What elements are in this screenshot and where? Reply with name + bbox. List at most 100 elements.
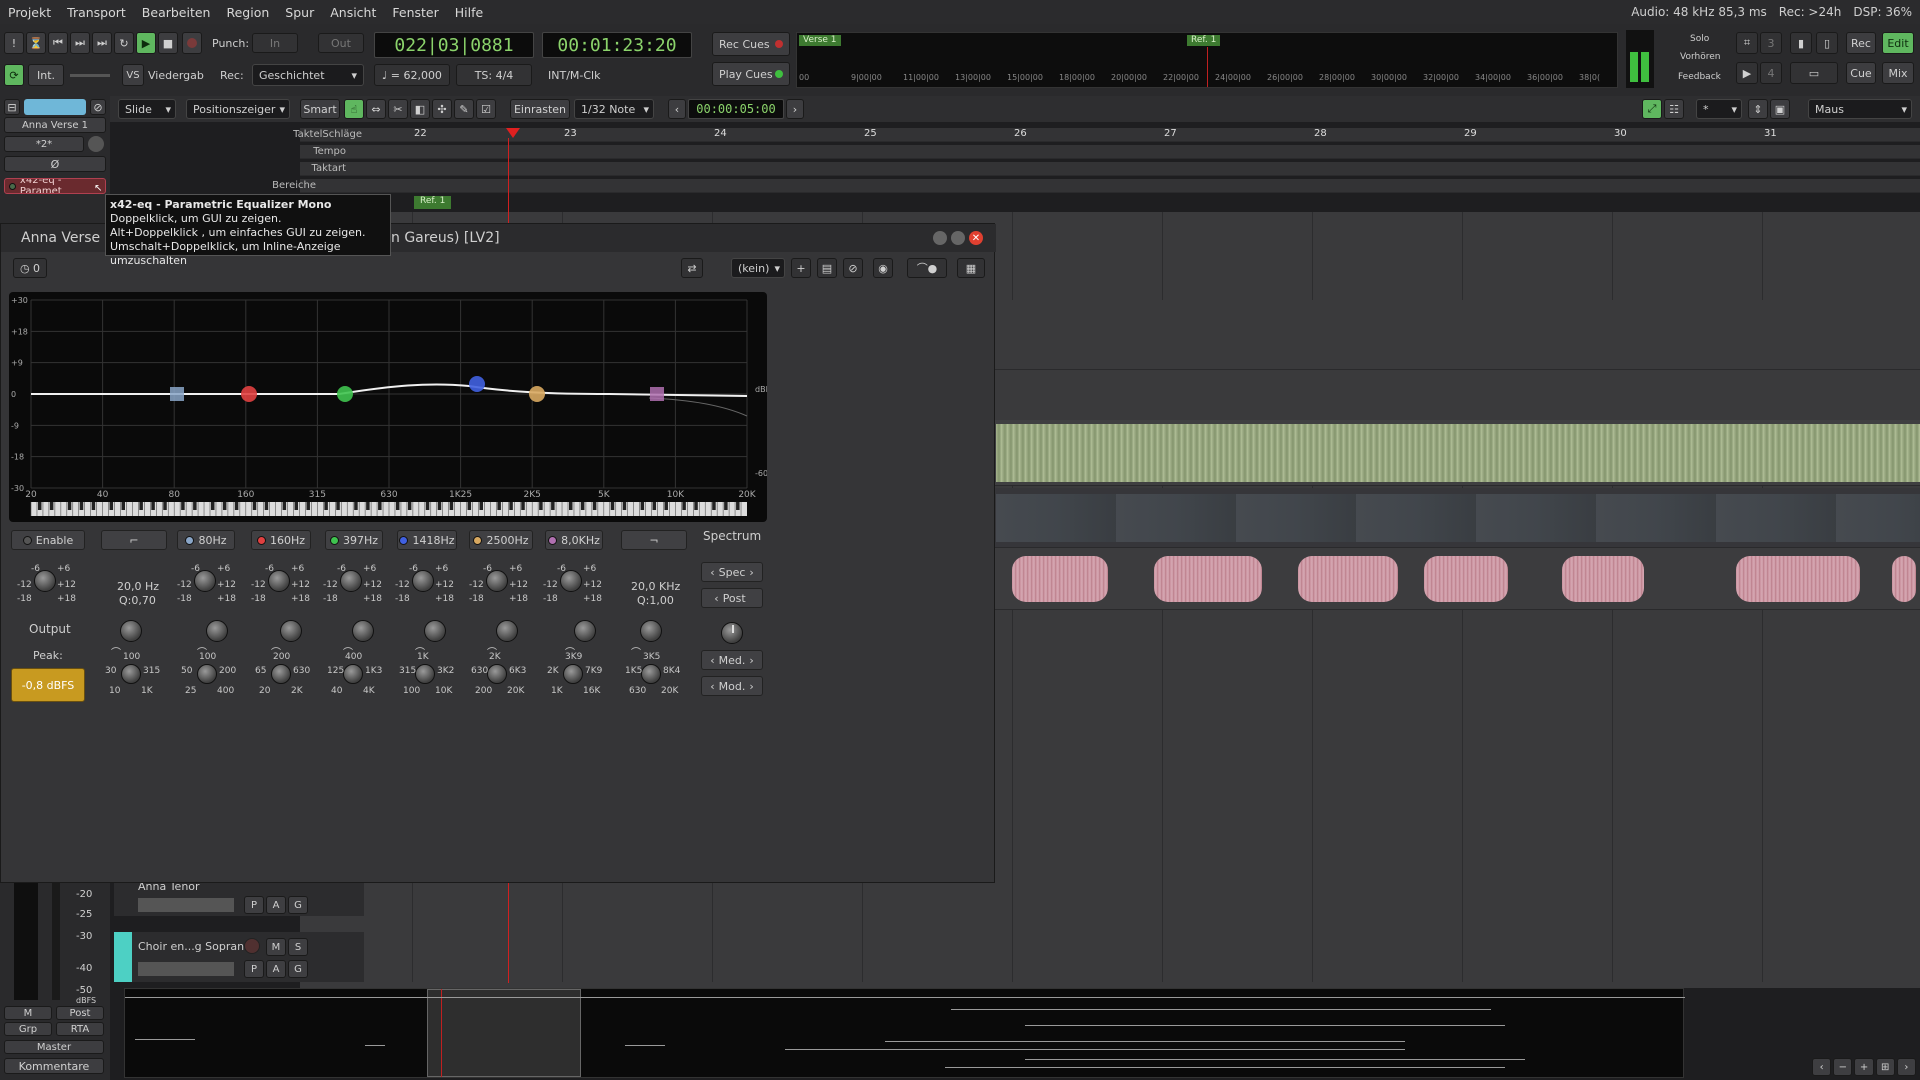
menu-bearbeiten[interactable]: Bearbeiten — [134, 5, 219, 20]
tempo-ruler[interactable] — [300, 145, 1920, 159]
choir-solo-button[interactable]: S — [288, 938, 308, 956]
goto-end-icon[interactable]: ⏭ — [92, 32, 112, 54]
zoom-out-icon[interactable]: − — [1833, 1058, 1853, 1076]
stretch-tool-icon[interactable]: ◧ — [410, 99, 430, 119]
meter-point-m[interactable]: M — [4, 1006, 52, 1020]
strip-fader[interactable] — [52, 880, 60, 1000]
shrink-tracks-icon[interactable]: ⇕ — [1748, 99, 1768, 119]
goto-start-icon[interactable]: ⏮ — [48, 32, 68, 54]
vs-button[interactable]: VS — [122, 64, 144, 86]
highpass-button[interactable]: ⌐ — [101, 530, 167, 550]
meter-point-post[interactable]: Post — [56, 1006, 104, 1020]
tenor-automation-button[interactable]: A — [266, 896, 286, 914]
freq-knob[interactable] — [121, 664, 141, 684]
track-name-choir[interactable]: Choir en...g Sopran — [138, 940, 244, 953]
bandwidth-knob[interactable] — [280, 620, 302, 642]
maximize-icon[interactable] — [951, 231, 965, 245]
tenor-gain-fader[interactable] — [138, 898, 234, 912]
playhead-marker-icon[interactable] — [506, 128, 520, 138]
zoom-select[interactable]: * ▾ — [1696, 99, 1742, 119]
record-icon[interactable] — [182, 32, 202, 54]
visible-tracks-icon[interactable]: ☷ — [1664, 99, 1684, 119]
tempo-display[interactable]: ♩ = 62,000 — [374, 64, 450, 86]
freq-knob[interactable] — [487, 664, 507, 684]
range-ruler[interactable] — [300, 179, 1920, 193]
freq-knob[interactable] — [271, 664, 291, 684]
eq-graph[interactable]: 20 40 80 160 315 630 1K25 2K5 5K 10K 20K +30 +18 +9 0 -… — [9, 292, 767, 522]
spectrum-gain-knob[interactable] — [721, 622, 743, 644]
track-header-choir[interactable]: Choir en...g Sopran M S P A G — [114, 932, 364, 982]
grid-select[interactable]: 1/32 Note ▾ — [574, 99, 654, 119]
content-tool-icon[interactable]: ☑ — [476, 99, 496, 119]
shuttle-slider[interactable] — [70, 74, 110, 77]
choir-mute-button[interactable]: M — [266, 938, 286, 956]
marker-ref[interactable]: Ref. 1 — [1187, 35, 1221, 46]
meter-ruler[interactable] — [300, 162, 1920, 176]
menu-region[interactable]: Region — [218, 5, 277, 20]
edit-mode-select[interactable]: Slide ▾ — [118, 99, 176, 119]
spec-selector[interactable]: ‹ Spec › — [701, 562, 763, 582]
play-range-icon[interactable]: ⏭ — [70, 32, 90, 54]
tenor-playlist-button[interactable]: P — [244, 896, 264, 914]
delete-preset-icon[interactable]: ⊘ — [843, 258, 863, 278]
bandwidth-knob[interactable] — [206, 620, 228, 642]
freq-knob[interactable] — [563, 664, 583, 684]
band-toggle-button[interactable]: 2500Hz — [469, 530, 533, 550]
metronome-icon[interactable]: ⏳ — [26, 32, 46, 54]
output-button[interactable]: Master — [4, 1040, 104, 1054]
bandwidth-knob[interactable] — [120, 620, 142, 642]
position-select[interactable]: Positionszeiger ▾ — [186, 99, 290, 119]
choir-group-button[interactable]: G — [288, 960, 308, 978]
bandwidth-knob[interactable] — [424, 620, 446, 642]
ref-marker[interactable]: Ref. 1 — [414, 196, 452, 209]
scroll-right-icon[interactable]: › — [1896, 1058, 1917, 1076]
tenor-group-button[interactable]: G — [288, 896, 308, 914]
band-toggle-button[interactable]: 397Hz — [325, 530, 383, 550]
automation-icon[interactable]: ⌒● — [907, 258, 947, 278]
audio-region-pink[interactable] — [1154, 556, 1262, 602]
audio-region-pink[interactable] — [1424, 556, 1508, 602]
panic-icon[interactable]: ! — [4, 32, 24, 54]
rta-button[interactable]: RTA — [56, 1022, 104, 1036]
peak-value-display[interactable]: -0,8 dBFS — [11, 668, 85, 702]
cue-window-button[interactable]: Cue — [1846, 62, 1876, 84]
mini-timeline[interactable]: Verse 1 Ref. 1 00 9|00|00 11|00|00 13|00|00… — [796, 32, 1618, 88]
range-tool-icon[interactable]: ⇔ — [366, 99, 386, 119]
smart-button[interactable]: Smart — [300, 99, 340, 119]
bandwidth-knob[interactable] — [640, 620, 662, 642]
bbt-ruler[interactable]: 22 23 24 25 26 27 28 29 30 31 — [300, 128, 1920, 142]
draw-tool-icon[interactable]: ✎ — [454, 99, 474, 119]
punch-out-button[interactable]: Out — [318, 33, 364, 53]
phase-invert-button[interactable]: Ø — [4, 156, 106, 172]
audio-region-green[interactable] — [996, 424, 1920, 482]
play-cues-button[interactable]: Play Cues — [712, 62, 790, 86]
menu-transport[interactable]: Transport — [59, 5, 134, 20]
audio-region-gray[interactable] — [996, 494, 1920, 542]
preset-select[interactable]: (kein) ▾ — [731, 258, 785, 278]
strip-hide-icon[interactable]: ⊘ — [90, 99, 106, 115]
mod-selector[interactable]: ‹ Mod. › — [701, 676, 763, 696]
grid-tool-icon[interactable]: ✣ — [432, 99, 452, 119]
zoom-in-icon[interactable]: + — [1854, 1058, 1874, 1076]
rec-window-button[interactable]: Rec — [1846, 32, 1876, 54]
meter-display[interactable]: TS: 4/4 — [456, 64, 532, 86]
menu-hilfe[interactable]: Hilfe — [447, 5, 491, 20]
post-selector[interactable]: ‹ Post — [701, 588, 763, 608]
mixer-list-icon[interactable]: ▯ — [1816, 32, 1838, 54]
editor-list-icon[interactable]: ▮ — [1790, 32, 1812, 54]
choir-playlist-button[interactable]: P — [244, 960, 264, 978]
nudge-back-icon[interactable]: ‹ — [668, 99, 686, 119]
strip-width-icon[interactable]: ⊟ — [4, 99, 20, 115]
choir-rec-icon[interactable] — [244, 938, 260, 954]
band-toggle-button[interactable]: 1418Hz — [397, 530, 457, 550]
video-icon[interactable]: ▶ — [1736, 62, 1758, 84]
zoom-focus-select[interactable]: Maus ▾ — [1808, 99, 1912, 119]
num-3-button[interactable]: 3 — [1760, 32, 1782, 54]
bandwidth-knob[interactable] — [496, 620, 518, 642]
zoom-fit-icon[interactable]: ⊞ — [1875, 1058, 1895, 1076]
band-toggle-button[interactable]: 160Hz — [251, 530, 311, 550]
choir-automation-button[interactable]: A — [266, 960, 286, 978]
snap-button[interactable]: Einrasten — [510, 99, 570, 119]
audio-region-pink[interactable] — [1562, 556, 1644, 602]
stop-icon[interactable]: ■ — [158, 32, 178, 54]
